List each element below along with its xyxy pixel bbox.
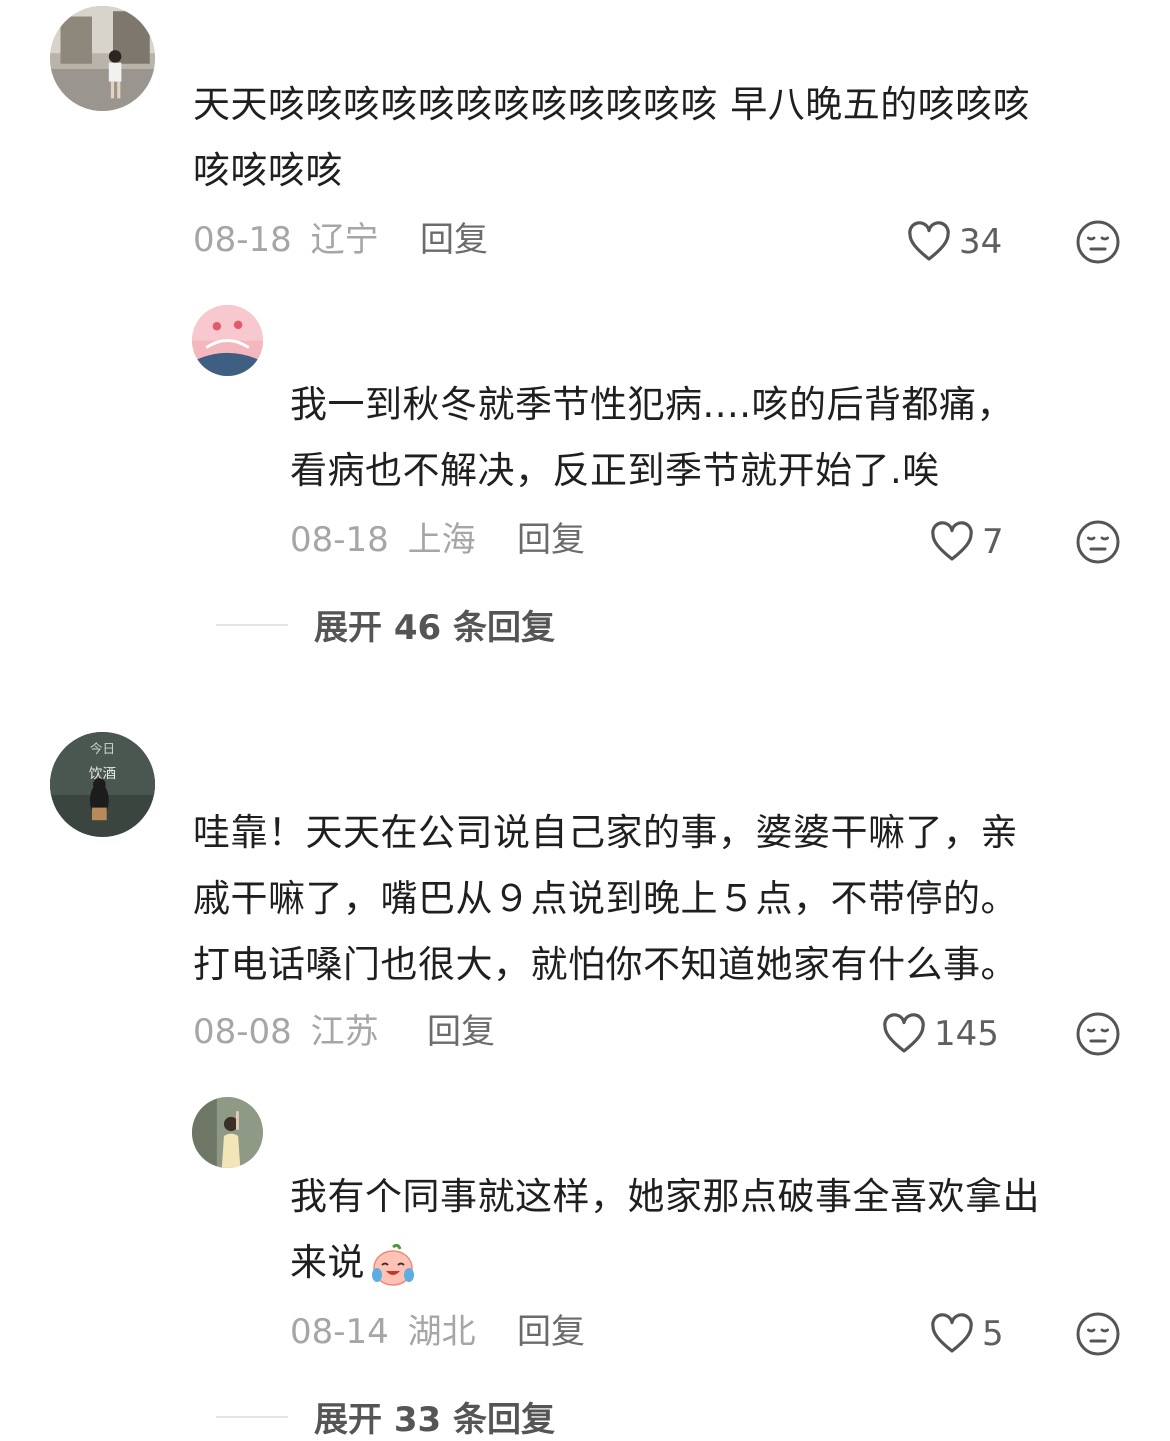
comment-date: 08-08 <box>193 1012 292 1052</box>
comment-location: 江苏 <box>310 1012 379 1052</box>
avatar-photo <box>192 1097 263 1168</box>
unamused-face-icon[interactable] <box>1074 1310 1122 1358</box>
divider-line <box>216 623 288 626</box>
heart-outline-icon <box>931 1313 973 1353</box>
reply-text: 我一到秋冬就季节性犯病....咳的后背都痛， 看病也不解决，反正到季节就开始了.… <box>290 383 1015 492</box>
reply-text: 我有个同事就这样，她家那点破事全喜欢拿出 来说 <box>290 1164 1140 1296</box>
avatar[interactable] <box>50 6 155 111</box>
expand-replies-label: 展开 33 条回复 <box>314 1400 555 1440</box>
avatar-photo <box>50 6 155 111</box>
reply-button[interactable]: 回复 <box>517 1312 585 1352</box>
reply-button[interactable]: 回复 <box>420 220 488 260</box>
reply-button[interactable]: 回复 <box>427 1012 495 1052</box>
svg-text:今日: 今日 <box>90 741 115 756</box>
like-count: 5 <box>982 1314 1004 1354</box>
expand-replies-button[interactable]: 展开 33 条回复 <box>216 1392 555 1441</box>
avatar[interactable] <box>192 1097 263 1168</box>
avatar-photo <box>192 305 263 376</box>
unamused-face-icon[interactable] <box>1074 518 1122 566</box>
heart-outline-icon <box>883 1013 925 1053</box>
crying-laughing-peach-emoji <box>372 1243 414 1286</box>
like-button[interactable]: 145 <box>880 1010 999 1058</box>
expand-replies-button[interactable]: 展开 46 条回复 <box>216 600 555 649</box>
heart-outline-icon <box>931 521 973 561</box>
like-count: 34 <box>959 222 1003 262</box>
comment-location: 辽宁 <box>310 220 379 260</box>
expand-replies-label: 展开 46 条回复 <box>314 608 555 648</box>
reply-location: 上海 <box>407 520 476 560</box>
avatar[interactable] <box>192 305 263 376</box>
reply-date: 08-14 <box>290 1312 389 1352</box>
reply-location: 湖北 <box>407 1312 476 1352</box>
like-button[interactable]: 34 <box>905 218 1002 266</box>
reply-meta: 08-18 上海 <box>290 520 476 560</box>
avatar[interactable]: 今日 饮酒 <box>50 732 155 837</box>
comment-meta: 08-18 辽宁 <box>193 220 379 260</box>
unamused-face-icon[interactable] <box>1074 218 1122 266</box>
like-count: 7 <box>982 522 1004 562</box>
divider-line <box>216 1415 288 1418</box>
heart-outline-icon <box>908 221 950 261</box>
reply-button[interactable]: 回复 <box>517 520 585 560</box>
unamused-face-icon[interactable] <box>1074 1010 1122 1058</box>
reply-date: 08-18 <box>290 520 389 560</box>
comment-date: 08-18 <box>193 220 292 260</box>
comment-text: 天天咳咳咳咳咳咳咳咳咳咳咳咳 早八晚五的咳咳咳 咳咳咳咳 <box>193 83 1031 192</box>
comment-meta: 08-08 江苏 <box>193 1012 379 1052</box>
comment-text: 哇靠！天天在公司说自己家的事，婆婆干嘛了，亲 戚干嘛了，嘴巴从９点说到晚上５点，… <box>193 811 1018 986</box>
like-button[interactable]: 7 <box>928 518 1004 566</box>
avatar-photo: 今日 饮酒 <box>50 732 155 837</box>
like-button[interactable]: 5 <box>928 1310 1004 1358</box>
reply-meta: 08-14 湖北 <box>290 1312 476 1352</box>
like-count: 145 <box>934 1014 999 1054</box>
